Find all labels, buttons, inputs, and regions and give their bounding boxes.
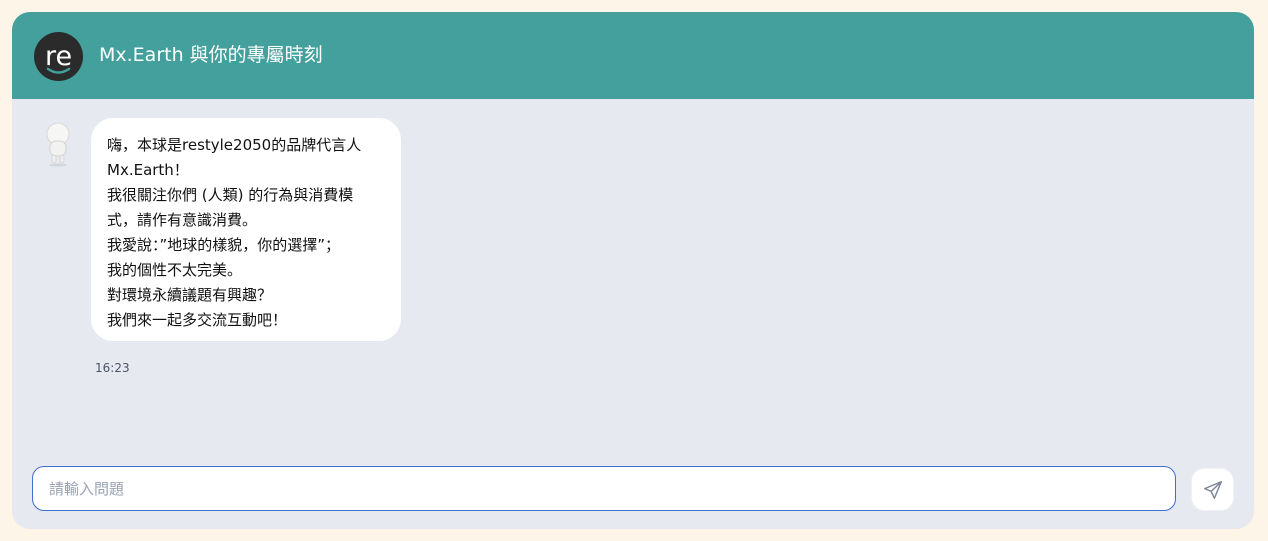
message-line: 我們來一起多交流互動吧！ bbox=[107, 311, 288, 329]
message-list: 嗨，本球是restyle2050的品牌代言人 Mx.Earth！ 我很關注你們 … bbox=[12, 99, 1254, 459]
message-line: 我的個性不太完美。 bbox=[107, 261, 243, 279]
send-icon bbox=[1192, 479, 1233, 501]
restyle-logo-icon: re bbox=[34, 32, 83, 81]
message-line: Mx.Earth！ bbox=[107, 161, 189, 179]
chat-header: re Mx.Earth 與你的專屬時刻 bbox=[12, 12, 1254, 99]
message-line: 我很關注你們 (人類) 的行為與消費模 bbox=[107, 186, 354, 204]
message-line: 我愛說：”地球的樣貌，你的選擇”； bbox=[107, 236, 341, 254]
message-line: 對環境永續議題有興趣？ bbox=[107, 286, 273, 304]
mx-earth-avatar-icon bbox=[42, 121, 74, 167]
message-bubble: 嗨，本球是restyle2050的品牌代言人 Mx.Earth！ 我很關注你們 … bbox=[91, 118, 401, 341]
chat-window: re Mx.Earth 與你的專屬時刻 嗨，本球是restyle2050的品牌代… bbox=[12, 12, 1254, 529]
svg-text:re: re bbox=[45, 41, 72, 72]
question-input[interactable] bbox=[32, 466, 1176, 511]
message-timestamp: 16:23 bbox=[95, 361, 130, 375]
message-line: 嗨，本球是restyle2050的品牌代言人 bbox=[107, 136, 362, 154]
message-line: 式，請作有意識消費。 bbox=[107, 211, 258, 229]
chat-title: Mx.Earth 與你的專屬時刻 bbox=[99, 44, 323, 66]
send-button[interactable] bbox=[1192, 469, 1233, 510]
